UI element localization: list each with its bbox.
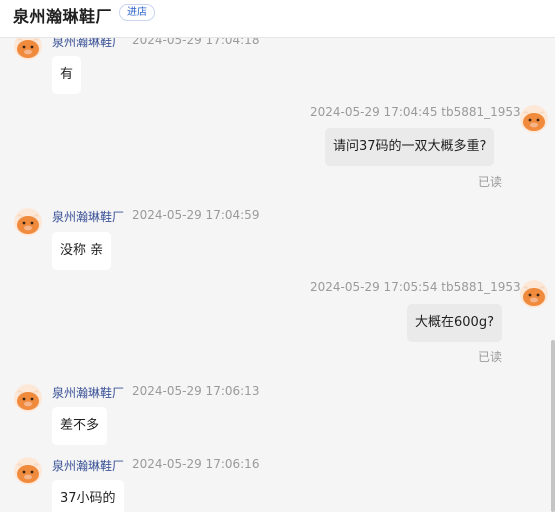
- read-status: 已读: [478, 350, 503, 364]
- shop-avatar[interactable]: [14, 384, 42, 412]
- shop-avatar[interactable]: [14, 457, 42, 485]
- chat-thread: 泉州瀚琳鞋厂 2024-05-29 17:04:18 有 2024-05-29 …: [0, 0, 555, 512]
- message-sender: 泉州瀚琳鞋厂: [52, 210, 125, 224]
- message-time: 2024-05-29 17:06:16: [132, 457, 260, 471]
- message-time: 2024-05-29 17:06:13: [132, 384, 260, 398]
- message-bubble[interactable]: 37小码的: [52, 480, 124, 512]
- enter-shop-button[interactable]: 进店: [119, 4, 155, 21]
- message-time: 2024-05-29 17:04:59: [132, 208, 260, 222]
- chat-header: 泉州瀚琳鞋厂 进店: [0, 0, 555, 38]
- user-avatar[interactable]: [520, 280, 548, 308]
- message-bubble[interactable]: 差不多: [52, 407, 108, 445]
- read-status: 已读: [478, 175, 503, 189]
- message-bubble[interactable]: 请问37码的一双大概多重?: [325, 128, 495, 166]
- scrollbar[interactable]: [551, 340, 555, 512]
- cow-avatar-icon: [14, 384, 42, 412]
- cow-avatar-icon: [14, 208, 42, 236]
- message-bubble[interactable]: 有: [52, 56, 82, 94]
- cow-avatar-icon: [14, 457, 42, 485]
- message-meta: 2024-05-29 17:05:54 tb5881_1953: [310, 280, 521, 294]
- user-avatar[interactable]: [520, 105, 548, 133]
- message-sender: 泉州瀚琳鞋厂: [52, 386, 125, 400]
- message-bubble[interactable]: 大概在600g?: [407, 304, 502, 342]
- message-sender: 泉州瀚琳鞋厂: [52, 459, 125, 473]
- shop-name[interactable]: 泉州瀚琳鞋厂: [13, 3, 112, 27]
- cow-avatar-icon: [520, 105, 548, 133]
- message-bubble[interactable]: 没称 亲: [52, 232, 112, 270]
- shop-avatar[interactable]: [14, 208, 42, 236]
- message-meta: 2024-05-29 17:04:45 tb5881_1953: [310, 105, 521, 119]
- cow-avatar-icon: [520, 280, 548, 308]
